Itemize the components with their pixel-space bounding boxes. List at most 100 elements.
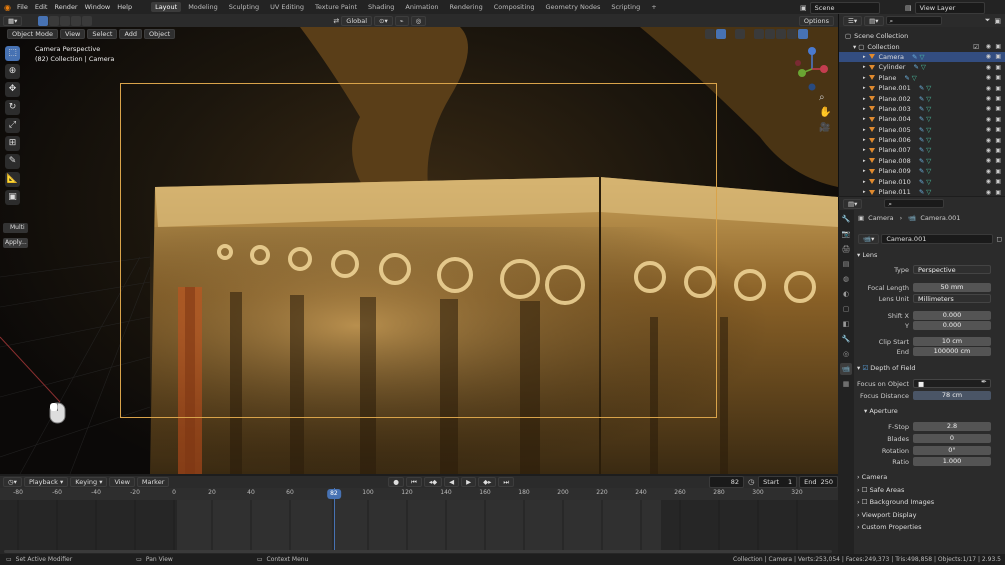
expand-arrow-icon[interactable]: ▸	[863, 106, 866, 112]
collection-tab-icon[interactable]: ▢	[840, 303, 852, 315]
select-mode-icon-2[interactable]	[60, 15, 71, 26]
view-layer-selector[interactable]: View Layer	[914, 2, 985, 14]
outliner-item[interactable]: ▸ Plane.004 ✎ ▽ ◉ ▣	[839, 114, 1005, 124]
fake-user-icon[interactable]: ◻	[996, 235, 1002, 243]
orientation-dropdown[interactable]: Global	[341, 15, 373, 26]
wireframe-shading-icon[interactable]	[765, 29, 775, 39]
camera-icon[interactable]: ▣	[995, 43, 1001, 50]
next-keyframe-button[interactable]: ◆▸	[478, 477, 497, 487]
annotate-tool-icon[interactable]: ✎	[5, 154, 20, 169]
move-tool-icon[interactable]: ✥	[5, 82, 20, 97]
eye-icon[interactable]: ◉	[986, 168, 991, 175]
viewport-display-section-header[interactable]: › Viewport Display	[857, 511, 916, 519]
physics-tab-icon[interactable]: ◎	[840, 348, 852, 360]
record-button[interactable]: ●	[388, 477, 404, 487]
eye-icon[interactable]: ◉	[986, 53, 991, 60]
outliner-item[interactable]: ▸ Plane.007 ✎ ▽ ◉ ▣	[839, 145, 1005, 155]
new-collection-icon[interactable]: ▣	[994, 17, 1001, 25]
expand-arrow-icon[interactable]: ▸	[863, 158, 866, 164]
eye-icon[interactable]: ◉	[986, 116, 991, 123]
properties-search-input[interactable]: ⌕	[884, 199, 945, 208]
tab-sculpting[interactable]: Sculpting	[225, 2, 263, 12]
3d-viewport[interactable]: Camera Perspective (82) Collection | Cam…	[0, 27, 838, 474]
expand-arrow-icon[interactable]: ▸	[863, 137, 866, 143]
tab-rendering[interactable]: Rendering	[446, 2, 487, 12]
ratio-field[interactable]: 1.000	[913, 457, 991, 466]
frame-ruler[interactable]: -80 -60 -40 -20 0 20 40 60 100 120 140 160 180 200 220…	[0, 488, 838, 500]
expand-arrow-icon[interactable]: ▸	[863, 116, 866, 122]
outliner-editor-type-button[interactable]: ☰▾	[843, 15, 863, 26]
world-tab-icon[interactable]: ◐	[840, 288, 852, 300]
playhead-indicator[interactable]: 82	[327, 489, 341, 499]
camera-icon[interactable]: ▣	[995, 85, 1001, 92]
outliner-item[interactable]: ▸ Plane.002 ✎ ▽ ◉ ▣	[839, 93, 1005, 103]
pan-hand-icon[interactable]: ✋	[819, 107, 831, 118]
menu-edit[interactable]: Edit	[35, 3, 48, 11]
lens-type-dropdown[interactable]: Perspective	[913, 265, 991, 274]
safe-areas-section-header[interactable]: › ☐ Safe Areas	[857, 486, 904, 494]
visibility-icon[interactable]	[705, 29, 715, 39]
outliner-item[interactable]: ▸ Plane.005 ✎ ▽ ◉ ▣	[839, 125, 1005, 135]
camera-icon[interactable]: ▣	[995, 53, 1001, 60]
outliner-item[interactable]: ▸ Plane.011 ✎ ▽ ◉ ▣	[839, 187, 1005, 197]
options-button[interactable]: Options	[798, 15, 834, 26]
overlay-toggle-icon[interactable]	[735, 29, 745, 39]
zoom-icon[interactable]: ⌕	[819, 92, 825, 103]
transform-tool-icon[interactable]: ⊞	[5, 136, 20, 151]
properties-editor-type-button[interactable]: ▤▾	[843, 198, 863, 209]
focus-distance-field[interactable]: 78 cm	[913, 391, 991, 400]
add-cube-tool-icon[interactable]: ▣	[5, 190, 20, 205]
expand-collection-icon[interactable]: ▾	[853, 43, 856, 51]
eye-icon[interactable]: ◉	[986, 43, 991, 50]
expand-arrow-icon[interactable]: ▸	[863, 189, 866, 195]
texture-tab-icon[interactable]: ▦	[840, 378, 852, 390]
tab-animation[interactable]: Animation	[401, 2, 442, 12]
solid-shading-icon[interactable]	[776, 29, 786, 39]
camera-icon[interactable]: ▣	[995, 168, 1001, 175]
xray-toggle-icon[interactable]	[754, 29, 764, 39]
datablock-browse-button[interactable]: 📹▾	[858, 234, 880, 244]
select-mode-icon-3[interactable]	[71, 15, 82, 26]
rotate-tool-icon[interactable]: ↻	[5, 100, 20, 115]
menu-render[interactable]: Render	[54, 3, 77, 11]
dof-checkbox[interactable]: ☑	[862, 364, 868, 372]
eye-icon[interactable]: ◉	[986, 74, 991, 81]
focus-object-field[interactable]: ■	[913, 379, 991, 388]
shift-x-field[interactable]: 0.000	[913, 311, 991, 320]
expand-arrow-icon[interactable]: ▸	[863, 147, 866, 153]
eye-icon[interactable]: ◉	[986, 85, 991, 92]
tab-compositing[interactable]: Compositing	[490, 2, 539, 12]
expand-arrow-icon[interactable]: ▸	[863, 96, 866, 102]
menu-marker[interactable]: Marker	[136, 477, 170, 487]
tab-scripting[interactable]: Scripting	[607, 2, 644, 12]
camera-icon[interactable]: ▣	[995, 74, 1001, 81]
filter-icon[interactable]: ⏷	[985, 16, 991, 25]
rotation-field[interactable]: 0°	[913, 446, 991, 455]
menu-file[interactable]: File	[17, 3, 28, 11]
outliner-search-input[interactable]: ⌕	[885, 16, 942, 25]
add-workspace-button[interactable]: +	[647, 2, 660, 12]
fstop-field[interactable]: 2.8	[913, 422, 991, 431]
outliner-item[interactable]: ▸ Plane.006 ✎ ▽ ◉ ▣	[839, 135, 1005, 145]
camera-icon[interactable]: ▣	[995, 95, 1001, 102]
camera-icon[interactable]: ▣	[995, 157, 1001, 164]
select-box-icon[interactable]	[38, 15, 49, 26]
timeline-scrollbar[interactable]	[4, 550, 832, 553]
menu-window[interactable]: Window	[85, 3, 111, 11]
eye-icon[interactable]: ◉	[986, 95, 991, 102]
modifier-tab-icon[interactable]: 🔧	[840, 333, 852, 345]
navigation-gizmo[interactable]	[788, 45, 836, 93]
camera-data-tab-icon[interactable]: 📹	[840, 363, 852, 375]
camera-icon[interactable]: ▣	[995, 64, 1001, 71]
menu-help[interactable]: Help	[117, 3, 132, 11]
shift-y-field[interactable]: 0.000	[913, 321, 991, 330]
end-frame-field[interactable]: End 250	[799, 476, 839, 488]
rendered-shading-icon[interactable]	[798, 29, 808, 39]
expand-arrow-icon[interactable]: ▸	[863, 54, 866, 60]
tab-geometry-nodes[interactable]: Geometry Nodes	[542, 2, 605, 12]
eye-icon[interactable]: ◉	[986, 178, 991, 185]
tab-modeling[interactable]: Modeling	[184, 2, 222, 12]
select-mode-icon[interactable]	[49, 15, 60, 26]
tab-uv-editing[interactable]: UV Editing	[266, 2, 308, 12]
camera-icon[interactable]: ▣	[995, 189, 1001, 196]
